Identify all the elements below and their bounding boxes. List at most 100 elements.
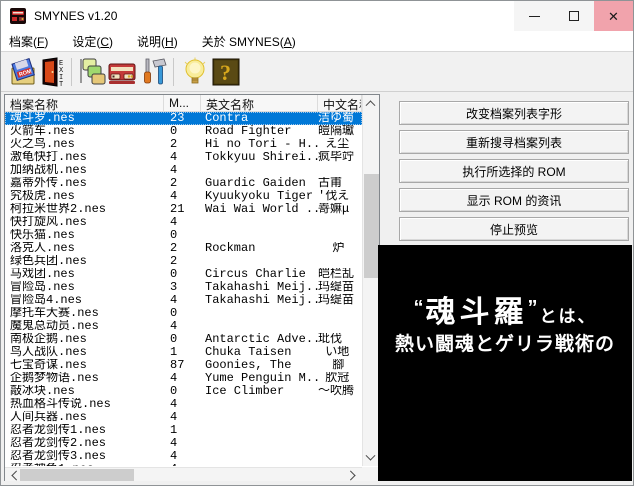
table-row[interactable]: 洛克人.nes2Rockman 炉 bbox=[5, 242, 362, 255]
table-row[interactable]: 激龟快打.nes4Tokkyuu Shirei...疯毕竚 bbox=[5, 151, 362, 164]
table-cell: 2 bbox=[164, 242, 201, 255]
change-font-button[interactable]: 改变档案列表字形 bbox=[399, 101, 629, 125]
table-cell: 玭伐 bbox=[318, 333, 362, 346]
table-row[interactable]: 七宝奇谋.nes87Goonies, The 腳 bbox=[5, 359, 362, 372]
window-bottom-edge bbox=[1, 481, 633, 485]
table-cell: 4 bbox=[164, 164, 201, 177]
table-row[interactable]: 嘉蒂外传.nes2Guardic Gaiden古甫 bbox=[5, 177, 362, 190]
table-cell: 2 bbox=[164, 177, 201, 190]
table-row[interactable]: 摩托车大赛.nes0 bbox=[5, 307, 362, 320]
table-cell: Kyuukyoku Tiger bbox=[201, 190, 318, 203]
table-row[interactable]: 冒险岛4.nes4Takahashi Meij...玛缇苗 bbox=[5, 294, 362, 307]
stop-preview-button[interactable]: 停止预览 bbox=[399, 217, 629, 241]
table-cell: 腳 bbox=[318, 359, 362, 372]
open-rom-icon[interactable]: ROM bbox=[9, 57, 37, 87]
header-chinese-name[interactable]: 中文名称 bbox=[318, 95, 362, 111]
app-window: SMYNES v1.20 ✕ 档案(F) 设定(C) 说明(H) 关於 SMYN… bbox=[0, 0, 634, 486]
table-cell bbox=[318, 229, 362, 242]
table-cell bbox=[201, 398, 318, 411]
file-list-header: 档案名称 M... 英文名称 中文名称 bbox=[5, 95, 362, 112]
menu-settings[interactable]: 设定(C) bbox=[64, 33, 121, 50]
table-cell: 3 bbox=[164, 281, 201, 294]
maximize-button[interactable] bbox=[554, 1, 594, 31]
table-cell: 4 bbox=[164, 450, 201, 463]
header-mapper[interactable]: M... bbox=[164, 95, 201, 111]
table-row[interactable]: 魂斗罗.nes23Contra洁ゆ蜀 bbox=[5, 112, 362, 125]
help-icon[interactable]: ? bbox=[212, 57, 240, 87]
menu-file[interactable]: 档案(F) bbox=[1, 33, 56, 50]
header-filename[interactable]: 档案名称 bbox=[5, 95, 164, 111]
scroll-down-icon[interactable] bbox=[366, 451, 376, 461]
table-cell: 七宝奇谋.nes bbox=[5, 359, 164, 372]
svg-text:?: ? bbox=[220, 60, 231, 85]
table-row[interactable]: 快乐猫.nes0 bbox=[5, 229, 362, 242]
toolbar: ROM E X I T bbox=[1, 52, 633, 92]
header-english-name[interactable]: 英文名称 bbox=[201, 95, 318, 111]
table-cell: 忍者龙剑传1.nes bbox=[5, 424, 164, 437]
table-cell bbox=[318, 411, 362, 424]
preview-title-line: “魂斗羅”とは、 bbox=[378, 287, 632, 331]
table-row[interactable]: 鸟人战队.nes1Chuka Taisen い地 bbox=[5, 346, 362, 359]
game-preview: “魂斗羅”とは、 熱い闘魂とゲリラ戦術の bbox=[378, 245, 632, 481]
table-row[interactable]: 魔鬼总动员.nes4 bbox=[5, 320, 362, 333]
table-cell: 忍者神龟1.nes bbox=[5, 463, 164, 466]
table-cell: 4 bbox=[164, 320, 201, 333]
minimize-button[interactable] bbox=[514, 1, 554, 31]
exit-icon[interactable]: E X I T bbox=[39, 57, 67, 87]
table-cell: 忍者龙剑传2.nes bbox=[5, 437, 164, 450]
preview-subtitle-line: 熱い闘魂とゲリラ戦術の bbox=[378, 329, 632, 356]
table-row[interactable]: 火之鸟.nes2Hi no Tori - H... え尘 bbox=[5, 138, 362, 151]
table-row[interactable]: 忍者龙剑传3.nes4 bbox=[5, 450, 362, 463]
table-row[interactable]: 快打旋风.nes4 bbox=[5, 216, 362, 229]
vertical-scrollbar-thumb[interactable] bbox=[364, 174, 379, 278]
table-row[interactable]: 绿色兵团.nes2 bbox=[5, 255, 362, 268]
table-cell: 疯毕竚 bbox=[318, 151, 362, 164]
table-row[interactable]: 究极虎.nes4Kyuukyoku Tiger′伐え bbox=[5, 190, 362, 203]
vertical-scrollbar[interactable] bbox=[362, 95, 379, 466]
table-cell: 嵜嫲μ bbox=[318, 203, 362, 216]
menu-help[interactable]: 说明(H) bbox=[129, 33, 186, 50]
table-row[interactable]: 忍者龙剑传1.nes1 bbox=[5, 424, 362, 437]
table-cell: 肷冠 bbox=[318, 372, 362, 385]
table-cell: Contra bbox=[201, 112, 318, 125]
table-row[interactable]: 企鹅梦物语.nes4Yume Penguin M... 肷冠 bbox=[5, 372, 362, 385]
table-row[interactable]: 热血格斗传说.nes4 bbox=[5, 398, 362, 411]
table-cell: え尘 bbox=[318, 138, 362, 151]
famicom-console-icon[interactable] bbox=[108, 57, 136, 87]
table-row[interactable]: 马戏团.nes0Circus Charlie皑栏乱 bbox=[5, 268, 362, 281]
table-cell bbox=[201, 450, 318, 463]
light-bulb-icon[interactable] bbox=[181, 57, 209, 87]
app-icon bbox=[10, 8, 26, 24]
table-row[interactable]: 忍者龙剑传2.nes4 bbox=[5, 437, 362, 450]
table-row[interactable]: 柯拉米世界2.nes21Wai Wai World ...嵜嫲μ bbox=[5, 203, 362, 216]
table-cell: 企鹅梦物语.nes bbox=[5, 372, 164, 385]
table-row[interactable]: 冒险岛.nes3Takahashi Meij...玛缇苗 bbox=[5, 281, 362, 294]
table-row[interactable]: 火箭车.nes0Road Fighter皚隔瓛 bbox=[5, 125, 362, 138]
table-cell: Takahashi Meij... bbox=[201, 294, 318, 307]
table-cell: 皑栏乱 bbox=[318, 268, 362, 281]
table-cell: 魔鬼总动员.nes bbox=[5, 320, 164, 333]
table-row[interactable]: 加纳战机.nes4 bbox=[5, 164, 362, 177]
table-cell bbox=[318, 437, 362, 450]
cascade-windows-icon[interactable] bbox=[78, 57, 106, 87]
table-cell: 火之鸟.nes bbox=[5, 138, 164, 151]
scroll-right-icon[interactable] bbox=[346, 471, 356, 481]
show-rom-info-button[interactable]: 显示 ROM 的资讯 bbox=[399, 188, 629, 212]
table-row[interactable]: 忍者神龟1.nes4 bbox=[5, 463, 362, 466]
toolbar-separator bbox=[173, 58, 174, 86]
tools-icon[interactable] bbox=[140, 57, 168, 87]
table-row[interactable]: 敲冰块.nes0Ice Climber〜吹腾 bbox=[5, 385, 362, 398]
table-cell bbox=[201, 437, 318, 450]
close-icon: ✕ bbox=[608, 10, 619, 23]
table-row[interactable]: 人间兵器.nes4 bbox=[5, 411, 362, 424]
run-rom-button[interactable]: 执行所选择的 ROM bbox=[399, 159, 629, 183]
close-button[interactable]: ✕ bbox=[594, 1, 633, 31]
table-cell: 4 bbox=[164, 372, 201, 385]
table-row[interactable]: 南极企鹅.nes0Antarctic Adve...玭伐 bbox=[5, 333, 362, 346]
table-cell bbox=[318, 450, 362, 463]
menu-about[interactable]: 关於 SMYNES(A) bbox=[194, 33, 304, 50]
scroll-up-icon[interactable] bbox=[366, 100, 376, 110]
rescan-list-button[interactable]: 重新搜寻档案列表 bbox=[399, 130, 629, 154]
table-cell: Tokkyuu Shirei... bbox=[201, 151, 318, 164]
table-cell: 马戏团.nes bbox=[5, 268, 164, 281]
